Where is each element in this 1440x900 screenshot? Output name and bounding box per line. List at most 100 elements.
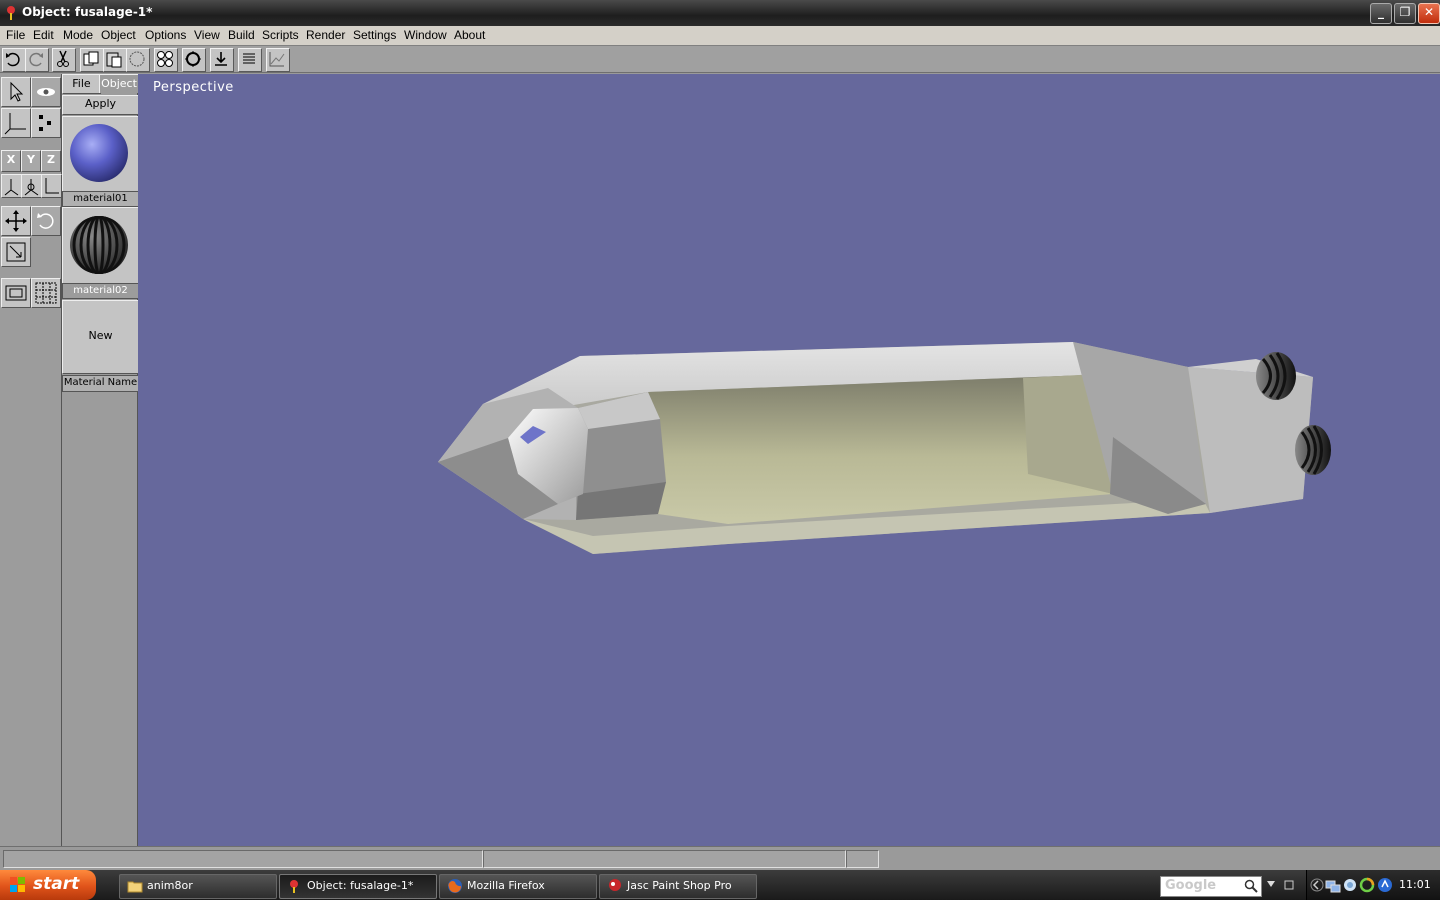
taskbar-item-label: Object: fusalage-1* <box>307 879 414 892</box>
taskbar-item-paintshop[interactable]: Jasc Paint Shop Pro <box>599 874 757 899</box>
mesh-select-tool[interactable] <box>31 278 61 308</box>
axis-icon <box>4 113 26 135</box>
material-panel: File Object Apply material01 material02 … <box>62 74 139 846</box>
status-segment-1 <box>3 850 483 868</box>
rotate-tool[interactable] <box>31 206 61 236</box>
select-all-icon <box>129 51 145 67</box>
toolbar <box>0 46 1440 73</box>
status-segment-2 <box>483 850 846 868</box>
menu-scripts[interactable]: Scripts <box>262 28 299 42</box>
arrow-icon <box>10 81 24 102</box>
material-swatch-1[interactable] <box>62 116 139 192</box>
restore-button[interactable]: ❐ <box>1394 3 1416 24</box>
copy-button[interactable] <box>80 48 104 72</box>
material-label-2: material02 <box>62 283 139 299</box>
paste-button[interactable] <box>103 48 127 72</box>
menu-edit[interactable]: Edit <box>33 28 54 42</box>
menu-file[interactable]: File <box>6 28 25 42</box>
taskbar-item-label: Mozilla Firefox <box>467 879 545 892</box>
apply-button[interactable]: Apply <box>62 95 139 115</box>
start-button[interactable]: start <box>0 870 96 900</box>
scale-icon <box>6 242 26 262</box>
local-axes-tool[interactable] <box>1 174 22 198</box>
google-search-box[interactable]: Google <box>1160 876 1262 897</box>
desktop-icon[interactable] <box>1283 879 1295 891</box>
system-tray: 11:01 <box>1306 870 1440 900</box>
update-icon[interactable] <box>1377 877 1393 893</box>
cut-button[interactable] <box>52 48 76 72</box>
menu-window[interactable]: Window <box>404 28 447 42</box>
import-button[interactable] <box>210 48 234 72</box>
object-axes-icon <box>24 179 39 196</box>
points-tool[interactable] <box>31 108 61 138</box>
view-tool[interactable] <box>31 77 61 107</box>
firefox-icon <box>448 879 462 893</box>
status-segment-3 <box>846 850 879 868</box>
points-icon <box>39 115 51 131</box>
select-all-button[interactable] <box>126 48 150 72</box>
tab-file[interactable]: File <box>62 74 101 94</box>
taskbar-item-object[interactable]: Object: fusalage-1* <box>279 874 437 899</box>
frame-view-button[interactable] <box>182 48 206 72</box>
search-icon <box>1244 879 1258 893</box>
network-icon[interactable] <box>1325 877 1341 893</box>
copy-icon <box>83 51 99 66</box>
material-name-field[interactable]: Material Name <box>62 375 139 392</box>
list-button[interactable] <box>238 48 262 72</box>
tool-column: X Y Z <box>0 74 62 846</box>
y-axis-button[interactable]: Y <box>21 150 41 172</box>
menu-mode[interactable]: Mode <box>63 28 93 42</box>
eye-icon <box>37 88 55 96</box>
axis-tool[interactable] <box>1 108 31 138</box>
scale-tool[interactable] <box>1 237 31 267</box>
world-axes-tool[interactable] <box>41 174 62 198</box>
perspective-viewport[interactable]: Perspective <box>138 74 1440 846</box>
start-label: start <box>33 874 80 894</box>
tab-object[interactable]: Object <box>99 74 139 93</box>
menu-options[interactable]: Options <box>145 28 186 42</box>
material-swatch-2[interactable] <box>62 207 139 284</box>
menu-build[interactable]: Build <box>228 28 255 42</box>
search-placeholder: Google <box>1165 878 1217 893</box>
z-axis-button[interactable]: Z <box>41 150 61 172</box>
window-title: Object: fusalage-1* <box>22 5 153 19</box>
menu-render[interactable]: Render <box>306 28 345 42</box>
close-button[interactable]: ✕ <box>1418 3 1440 24</box>
material-label-1: material01 <box>62 191 139 207</box>
four-view-button[interactable] <box>154 48 178 72</box>
sphere-preview-icon <box>70 124 128 182</box>
box-select-tool[interactable] <box>1 278 31 308</box>
undo-icon <box>6 52 20 67</box>
anim8or-icon <box>290 880 298 893</box>
menu-bar: File Edit Mode Object Options View Build… <box>0 26 1440 46</box>
move-tool[interactable] <box>1 206 31 236</box>
arrow-select-tool[interactable] <box>1 77 31 107</box>
undo-button[interactable] <box>2 48 26 72</box>
x-axis-button[interactable]: X <box>1 150 21 172</box>
messenger-icon[interactable] <box>1342 877 1358 893</box>
rotate-icon <box>37 213 54 229</box>
taskbar: start anim8or Object: fusalage-1* Mozill… <box>0 870 1440 900</box>
search-dropdown-icon[interactable] <box>1266 880 1276 888</box>
taskbar-item-label: anim8or <box>147 879 193 892</box>
antivirus-icon[interactable] <box>1359 877 1375 893</box>
taskbar-item-anim8or[interactable]: anim8or <box>119 874 277 899</box>
new-material-button[interactable]: New <box>62 300 139 374</box>
redo-button[interactable] <box>25 48 49 72</box>
menu-about[interactable]: About <box>454 28 485 42</box>
graph-button[interactable] <box>266 48 290 72</box>
menu-view[interactable]: View <box>194 28 220 42</box>
local-axes-icon <box>4 179 19 196</box>
view-frame-icon <box>185 51 201 67</box>
list-icon <box>243 53 255 64</box>
object-axes-tool[interactable] <box>21 174 42 198</box>
clock: 11:01 <box>1399 878 1431 891</box>
taskbar-item-firefox[interactable]: Mozilla Firefox <box>439 874 597 899</box>
menu-settings[interactable]: Settings <box>353 28 396 42</box>
tray-expand-icon[interactable] <box>1310 877 1324 893</box>
menu-object[interactable]: Object <box>101 28 136 42</box>
status-bar <box>0 846 1440 870</box>
view-four-icon <box>157 51 173 67</box>
minimize-button[interactable]: _ <box>1370 3 1392 24</box>
fuselage-model <box>438 342 1331 554</box>
